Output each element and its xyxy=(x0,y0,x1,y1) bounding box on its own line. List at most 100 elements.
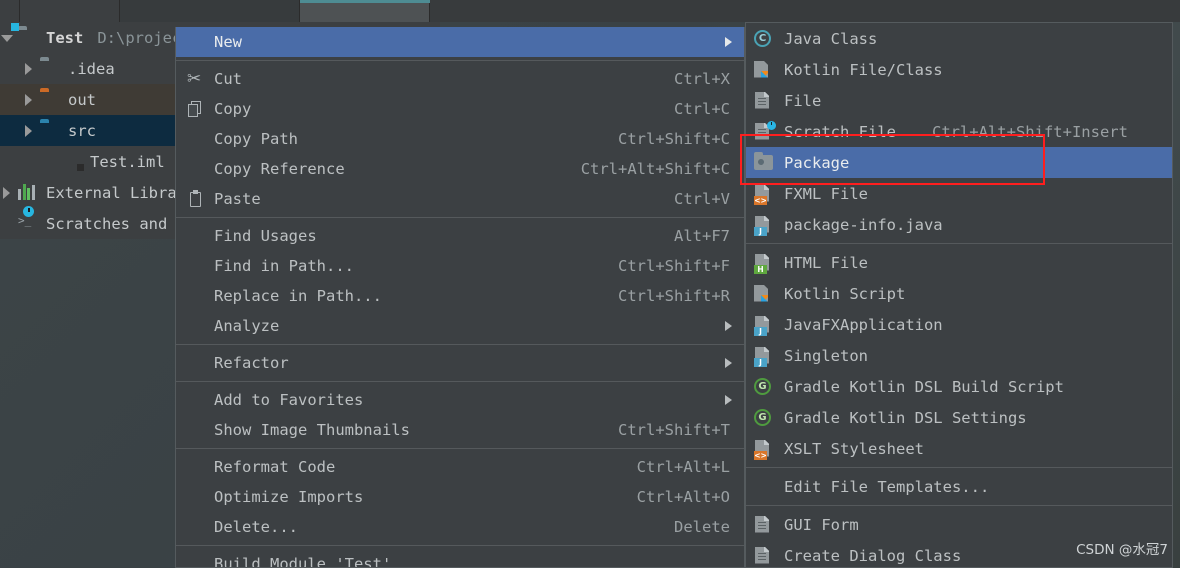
submenu-item-fxml-file[interactable]: <> FXML File xyxy=(746,178,1172,209)
submenu-item-package-info-java[interactable]: J package-info.java xyxy=(746,209,1172,240)
menu-shortcut-paste: Ctrl+V xyxy=(674,190,730,208)
menu-label-reformat-code: Reformat Code xyxy=(214,458,336,476)
submenu-shortcut-scratch-file: Ctrl+Alt+Shift+Insert xyxy=(931,122,1128,141)
menu-item-delete[interactable]: Delete... Delete xyxy=(176,512,744,542)
menu-icon-placeholder xyxy=(184,129,208,149)
chevron-down-icon[interactable] xyxy=(0,31,14,45)
menu-shortcut-copy-reference: Ctrl+Alt+Shift+C xyxy=(580,160,730,178)
new-submenu: C Java Class Kotlin File/Class File Scra… xyxy=(745,22,1173,568)
submenu-item-gradle-kotlin-dsl-settings[interactable]: G Gradle Kotlin DSL Settings xyxy=(746,402,1172,433)
menu-item-copy-path[interactable]: Copy Path Ctrl+Shift+C xyxy=(176,124,744,154)
submenu-item-html-file[interactable]: H HTML File xyxy=(746,247,1172,278)
menu-shortcut-reformat-code: Ctrl+Alt+L xyxy=(636,458,730,476)
menu-item-show-image-thumbnails[interactable]: Show Image Thumbnails Ctrl+Shift+T xyxy=(176,415,744,445)
menu-item-new[interactable]: New xyxy=(176,27,744,57)
submenu-item-javafxapplication[interactable]: J JavaFXApplication xyxy=(746,309,1172,340)
menu-item-reformat-code[interactable]: Reformat Code Ctrl+Alt+L xyxy=(176,452,744,482)
tree-label-idea: .idea xyxy=(68,59,115,78)
submenu-arrow-icon xyxy=(725,37,732,47)
submenu-label-java-class: Java Class xyxy=(784,29,878,48)
menu-shortcut-delete: Delete xyxy=(674,518,730,536)
menu-icon-placeholder xyxy=(184,256,208,276)
menu-label-cut: Cut xyxy=(214,70,242,88)
submenu-item-singleton[interactable]: J Singleton xyxy=(746,340,1172,371)
submenu-label-singleton: Singleton xyxy=(784,346,868,365)
menu-label-find-usages: Find Usages xyxy=(214,227,317,245)
submenu-item-xslt-stylesheet[interactable]: <> XSLT Stylesheet xyxy=(746,433,1172,464)
submenu-label-scratch-file: Scratch File xyxy=(784,122,896,141)
menu-icon-placeholder xyxy=(184,353,208,373)
menu-item-find-usages[interactable]: Find Usages Alt+F7 xyxy=(176,221,744,251)
menu-label-build-module: Build Module 'Test' xyxy=(214,555,392,568)
xslt-file-icon: <> xyxy=(753,439,775,460)
submenu-item-scratch-file[interactable]: Scratch File Ctrl+Alt+Shift+Insert xyxy=(746,116,1172,147)
submenu-separator xyxy=(746,505,1172,506)
tab-slot-1[interactable] xyxy=(0,0,20,22)
menu-separator xyxy=(176,344,744,345)
submenu-separator xyxy=(746,243,1172,244)
chevron-right-icon[interactable] xyxy=(22,62,36,76)
menu-item-analyze[interactable]: Analyze xyxy=(176,311,744,341)
tab-slot-3[interactable] xyxy=(120,0,300,22)
gradle-icon: G xyxy=(753,377,775,397)
menu-separator xyxy=(176,448,744,449)
menu-item-add-to-favorites[interactable]: Add to Favorites xyxy=(176,385,744,415)
gradle-icon: G xyxy=(753,408,775,428)
menu-shortcut-copy-path: Ctrl+Shift+C xyxy=(618,130,730,148)
file-icon xyxy=(753,91,775,111)
libraries-icon xyxy=(18,184,38,201)
menu-item-refactor[interactable]: Refactor xyxy=(176,348,744,378)
menu-label-analyze: Analyze xyxy=(214,317,280,335)
iml-file-icon xyxy=(62,153,84,171)
menu-shortcut-copy: Ctrl+C xyxy=(674,100,730,118)
submenu-item-gui-form[interactable]: GUI Form xyxy=(746,509,1172,540)
menu-item-copy[interactable]: Copy Ctrl+C xyxy=(176,94,744,124)
submenu-item-gradle-kotlin-dsl-build-script[interactable]: G Gradle Kotlin DSL Build Script xyxy=(746,371,1172,402)
submenu-label-gui-form: GUI Form xyxy=(784,515,859,534)
submenu-item-file[interactable]: File xyxy=(746,85,1172,116)
submenu-item-package[interactable]: Package xyxy=(746,147,1172,178)
tree-label-test-iml: Test.iml xyxy=(90,152,165,171)
submenu-item-java-class[interactable]: C Java Class xyxy=(746,23,1172,54)
menu-icon-placeholder xyxy=(184,286,208,306)
java-class-icon: C xyxy=(753,29,775,49)
submenu-arrow-icon xyxy=(725,395,732,405)
folder-orange-icon xyxy=(40,91,60,108)
module-folder-icon xyxy=(11,23,38,46)
menu-icon-placeholder xyxy=(184,390,208,410)
menu-item-optimize-imports[interactable]: Optimize Imports Ctrl+Alt+O xyxy=(176,482,744,512)
menu-icon-placeholder xyxy=(184,226,208,246)
menu-item-cut[interactable]: Cut Ctrl+X xyxy=(176,64,744,94)
submenu-label-kotlin-script: Kotlin Script xyxy=(784,284,906,303)
tab-slot-2[interactable] xyxy=(20,0,120,22)
menu-icon-placeholder xyxy=(184,487,208,507)
submenu-label-gradle-settings: Gradle Kotlin DSL Settings xyxy=(784,408,1027,427)
menu-item-paste[interactable]: Paste Ctrl+V xyxy=(176,184,744,214)
menu-shortcut-cut: Ctrl+X xyxy=(674,70,730,88)
tab-slot-active[interactable] xyxy=(300,0,430,22)
submenu-label-package-info-java: package-info.java xyxy=(784,215,943,234)
gui-form-icon xyxy=(753,515,775,535)
menu-item-replace-in-path[interactable]: Replace in Path... Ctrl+Shift+R xyxy=(176,281,744,311)
kotlin-file-icon xyxy=(753,60,775,80)
folder-gray-icon xyxy=(40,60,60,77)
menu-item-find-in-path[interactable]: Find in Path... Ctrl+Shift+F xyxy=(176,251,744,281)
chevron-right-icon[interactable] xyxy=(22,93,36,107)
tab-slot-empty xyxy=(430,0,1180,22)
submenu-label-javafxapplication: JavaFXApplication xyxy=(784,315,943,334)
menu-icon-placeholder xyxy=(184,457,208,477)
submenu-arrow-icon xyxy=(725,321,732,331)
menu-item-copy-reference[interactable]: Copy Reference Ctrl+Alt+Shift+C xyxy=(176,154,744,184)
menu-item-build-module[interactable]: Build Module 'Test' xyxy=(176,549,744,568)
menu-label-delete: Delete... xyxy=(214,518,298,536)
menu-separator xyxy=(176,217,744,218)
tree-label-test: Test xyxy=(46,28,84,47)
menu-shortcut-optimize-imports: Ctrl+Alt+O xyxy=(636,488,730,506)
submenu-item-kotlin-script[interactable]: Kotlin Script xyxy=(746,278,1172,309)
chevron-right-icon[interactable] xyxy=(0,186,14,200)
menu-icon-placeholder xyxy=(184,32,208,52)
submenu-item-kotlin-file-class[interactable]: Kotlin File/Class xyxy=(746,54,1172,85)
chevron-right-icon[interactable] xyxy=(22,124,36,138)
submenu-item-edit-file-templates[interactable]: Edit File Templates... xyxy=(746,471,1172,502)
